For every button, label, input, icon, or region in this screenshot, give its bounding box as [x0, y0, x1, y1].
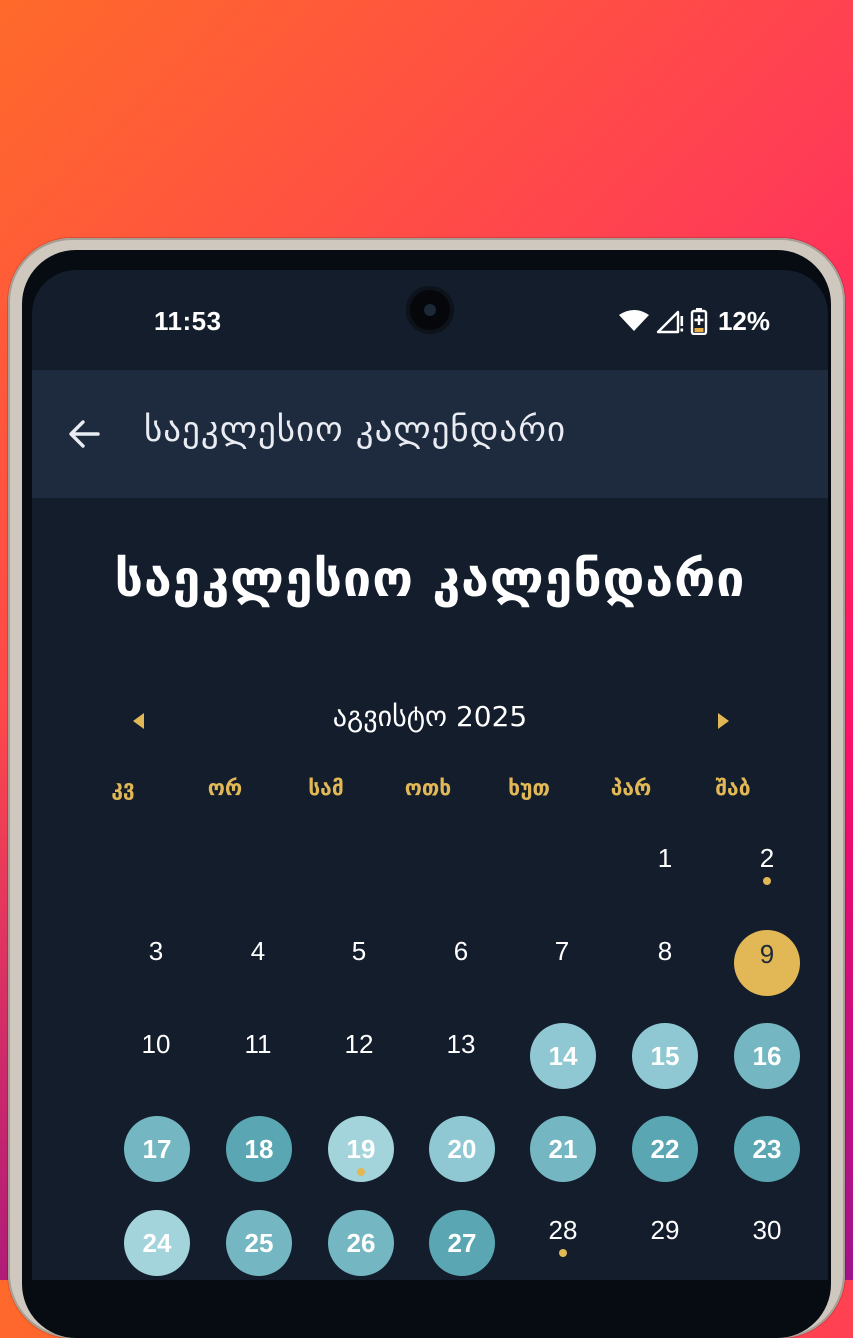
- day-number: 11: [244, 1028, 272, 1059]
- day-number: 8: [657, 935, 673, 966]
- day-number: 25: [244, 1227, 274, 1258]
- calendar-day-highlighted[interactable]: 19: [328, 1116, 394, 1182]
- day-number: 22: [650, 1133, 680, 1164]
- calendar-day[interactable]: 10: [123, 1011, 189, 1077]
- day-number: 12: [344, 1028, 374, 1059]
- day-number: 21: [548, 1133, 578, 1164]
- day-number: 3: [148, 935, 164, 966]
- calendar-day-highlighted[interactable]: 23: [734, 1116, 800, 1182]
- calendar-day-highlighted[interactable]: 14: [530, 1023, 596, 1089]
- calendar-grid: 1 2 3 4 5 6 7 8 9 10 11 12 13 14 15 16 1…: [72, 270, 800, 1280]
- calendar-day-highlighted[interactable]: 27: [429, 1210, 495, 1276]
- calendar-day-highlighted[interactable]: 22: [632, 1116, 698, 1182]
- calendar-day[interactable]: 30: [734, 1197, 800, 1263]
- calendar-day[interactable]: 11: [225, 1011, 291, 1077]
- day-number: 13: [446, 1028, 476, 1059]
- phone-screen: 11:53 12% საეკლესიო კალენდარი საეკლესიო …: [32, 270, 828, 1280]
- day-number: 30: [752, 1214, 782, 1245]
- day-number: 20: [447, 1133, 477, 1164]
- calendar-day[interactable]: 29: [632, 1197, 698, 1263]
- calendar-day[interactable]: 6: [428, 918, 494, 984]
- event-dot: [559, 1249, 567, 1257]
- calendar-day[interactable]: 1: [632, 825, 698, 891]
- calendar-day[interactable]: 13: [428, 1011, 494, 1077]
- calendar-day[interactable]: 8: [632, 918, 698, 984]
- calendar-day-highlighted[interactable]: 18: [226, 1116, 292, 1182]
- day-number: 5: [351, 935, 367, 966]
- calendar-day[interactable]: 4: [225, 918, 291, 984]
- day-number: 16: [752, 1040, 782, 1071]
- calendar-day[interactable]: 2: [734, 825, 800, 891]
- day-number: 9: [759, 938, 775, 969]
- calendar-day-highlighted[interactable]: 24: [124, 1210, 190, 1276]
- day-number: 7: [554, 935, 570, 966]
- calendar-day[interactable]: 7: [529, 918, 595, 984]
- calendar-day-highlighted[interactable]: 21: [530, 1116, 596, 1182]
- day-number: 15: [650, 1040, 680, 1071]
- calendar-day-highlighted[interactable]: 17: [124, 1116, 190, 1182]
- event-dot: [357, 1168, 365, 1176]
- day-number: 26: [346, 1227, 376, 1258]
- day-number: 27: [447, 1227, 477, 1258]
- event-dot: [763, 877, 771, 885]
- day-number: 29: [650, 1214, 680, 1245]
- calendar-day-highlighted[interactable]: 26: [328, 1210, 394, 1276]
- calendar-day-highlighted[interactable]: 15: [632, 1023, 698, 1089]
- day-number: 28: [548, 1214, 578, 1245]
- calendar-day[interactable]: 28: [530, 1197, 596, 1263]
- calendar-day-highlighted[interactable]: 25: [226, 1210, 292, 1276]
- day-number: 10: [141, 1028, 171, 1059]
- day-number: 14: [548, 1040, 578, 1071]
- calendar-day-selected[interactable]: 9: [734, 930, 800, 996]
- day-number: 6: [453, 935, 469, 966]
- day-number: 18: [244, 1133, 274, 1164]
- day-number: 19: [346, 1133, 376, 1164]
- calendar-day[interactable]: 12: [326, 1011, 392, 1077]
- calendar-day-highlighted[interactable]: 16: [734, 1023, 800, 1089]
- day-number: 17: [142, 1133, 172, 1164]
- day-number: 23: [752, 1133, 782, 1164]
- day-number: 24: [142, 1227, 172, 1258]
- calendar-day[interactable]: 5: [326, 918, 392, 984]
- calendar-day[interactable]: 3: [123, 918, 189, 984]
- day-number: 4: [250, 935, 266, 966]
- calendar-day-highlighted[interactable]: 20: [429, 1116, 495, 1182]
- day-number: 2: [759, 842, 775, 873]
- day-number: 1: [657, 842, 673, 873]
